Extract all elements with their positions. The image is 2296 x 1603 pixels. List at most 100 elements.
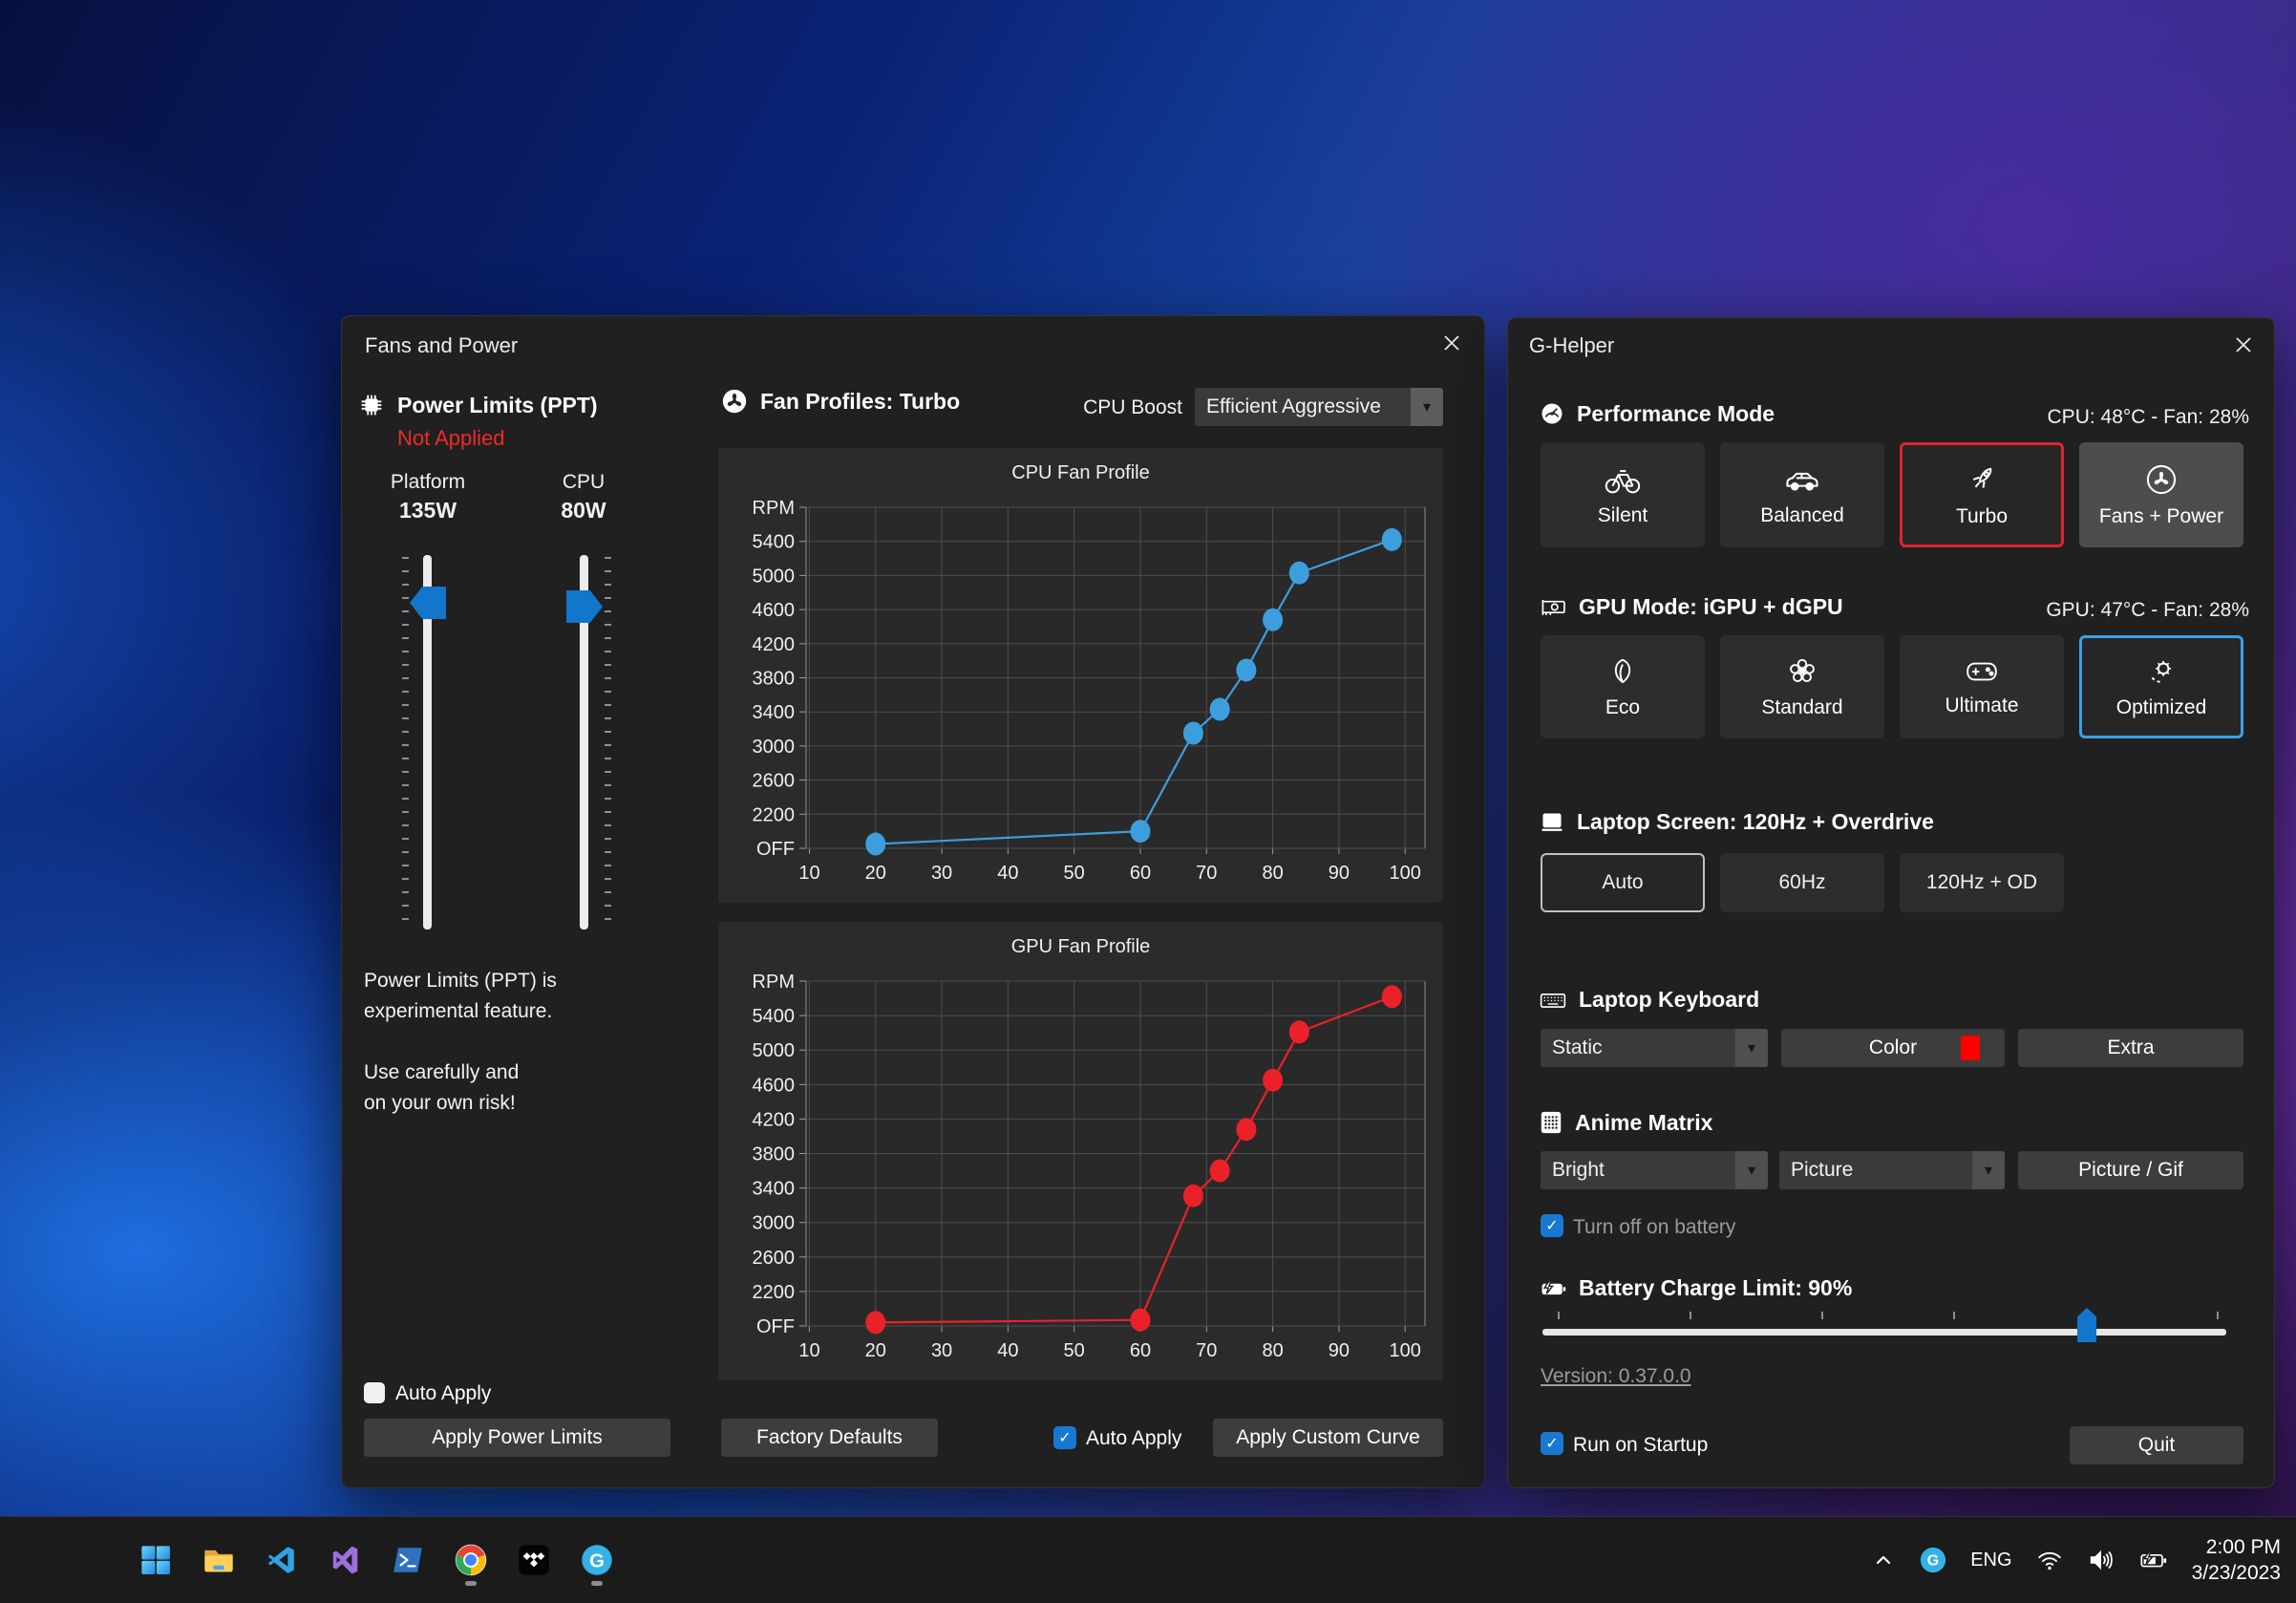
battery-bolt-icon xyxy=(1539,1276,1567,1301)
screen-auto-button[interactable]: Auto xyxy=(1541,853,1705,912)
cpu-slider-thumb[interactable] xyxy=(566,590,603,623)
fan-curve-point[interactable] xyxy=(1263,609,1283,631)
cpu-boost-dropdown[interactable]: Efficient Aggressive ▾ xyxy=(1195,388,1443,426)
svg-text:100: 100 xyxy=(1390,1340,1421,1361)
fan-curve-point[interactable] xyxy=(1236,658,1256,681)
matrix-picture-gif-button[interactable]: Picture / Gif xyxy=(2018,1151,2243,1189)
start-button[interactable] xyxy=(136,1532,176,1588)
fan-curve-point[interactable] xyxy=(1210,1160,1230,1183)
language-indicator[interactable]: ENG xyxy=(1970,1550,2011,1571)
gpu-fan-chart[interactable]: GPU Fan Profile102030405060708090100OFF2… xyxy=(718,922,1443,1380)
leaf-icon xyxy=(1606,655,1639,688)
ghelper-taskbar-icon[interactable]: G xyxy=(577,1532,617,1588)
svg-text:30: 30 xyxy=(931,1340,952,1361)
svg-text:40: 40 xyxy=(997,863,1018,884)
fan-curve-point[interactable] xyxy=(1183,1185,1203,1208)
svg-text:3800: 3800 xyxy=(753,1144,796,1165)
fan-curve-point[interactable] xyxy=(1289,1020,1309,1043)
svg-text:2600: 2600 xyxy=(753,771,796,792)
apply-power-limits-button[interactable]: Apply Power Limits xyxy=(364,1419,670,1457)
check-icon: ✓ xyxy=(1545,1216,1558,1235)
factory-defaults-button[interactable]: Factory Defaults xyxy=(721,1419,938,1457)
perf-mode-fans-power[interactable]: Fans + Power xyxy=(2079,442,2243,547)
svg-text:5400: 5400 xyxy=(753,532,796,553)
clock-date: 3/23/2023 xyxy=(2192,1560,2281,1586)
run-on-startup-checkbox[interactable]: ✓ xyxy=(1541,1432,1563,1455)
wifi-icon[interactable] xyxy=(2035,1546,2064,1574)
cpu-slider-ticks xyxy=(605,557,611,930)
chevron-down-icon[interactable]: ▾ xyxy=(1735,1029,1768,1067)
apply-custom-curve-button[interactable]: Apply Custom Curve xyxy=(1213,1419,1443,1457)
quit-button[interactable]: Quit xyxy=(2070,1426,2243,1464)
battery-slider-track[interactable] xyxy=(1542,1329,2226,1336)
screen-120hz-od-button[interactable]: 120Hz + OD xyxy=(1900,853,2064,912)
battery-limit-header: Battery Charge Limit: 90% xyxy=(1539,1275,1852,1301)
chevron-up-icon[interactable] xyxy=(1871,1548,1896,1572)
svg-text:CPU Fan Profile: CPU Fan Profile xyxy=(1011,462,1150,483)
gpu-mode-ultimate[interactable]: Ultimate xyxy=(1900,635,2064,738)
vscode-icon[interactable] xyxy=(262,1532,302,1588)
matrix-brightness-dropdown[interactable]: Bright ▾ xyxy=(1541,1151,1768,1189)
platform-slider-thumb[interactable] xyxy=(410,587,446,619)
curve-auto-apply-checkbox[interactable]: ✓ xyxy=(1053,1426,1076,1449)
svg-text:2600: 2600 xyxy=(753,1248,796,1269)
fan-curve-point[interactable] xyxy=(1289,562,1309,585)
cpu-fan-chart[interactable]: CPU Fan Profile102030405060708090100OFF2… xyxy=(718,448,1443,903)
keyboard-color-button[interactable]: Color xyxy=(1781,1029,2005,1067)
fan-curve-point[interactable] xyxy=(1183,722,1203,745)
cpu-label: CPU xyxy=(526,471,641,494)
chevron-down-icon[interactable]: ▾ xyxy=(1411,388,1443,426)
svg-text:20: 20 xyxy=(865,1340,886,1361)
svg-text:2200: 2200 xyxy=(753,804,796,825)
svg-text:3000: 3000 xyxy=(753,737,796,758)
svg-text:RPM: RPM xyxy=(753,972,795,993)
version-link[interactable]: Version: 0.37.0.0 xyxy=(1541,1365,1691,1388)
keyboard-extra-button[interactable]: Extra xyxy=(2018,1029,2243,1067)
chevron-down-icon[interactable]: ▾ xyxy=(1735,1151,1768,1189)
svg-text:4600: 4600 xyxy=(753,1075,796,1096)
tidal-icon[interactable] xyxy=(514,1532,554,1588)
ppt-auto-apply-checkbox[interactable] xyxy=(364,1382,385,1403)
matrix-battery-checkbox[interactable]: ✓ xyxy=(1541,1214,1563,1237)
chip-icon xyxy=(357,391,386,419)
visual-studio-icon[interactable] xyxy=(325,1532,365,1588)
ghelper-tray-icon[interactable]: G xyxy=(1919,1546,1947,1574)
close-icon[interactable] xyxy=(2224,328,2263,362)
perf-mode-silent[interactable]: Silent xyxy=(1541,442,1705,547)
fan-curve-point[interactable] xyxy=(1130,1309,1150,1332)
volume-icon[interactable] xyxy=(2087,1546,2115,1574)
fan-curve-point[interactable] xyxy=(1263,1069,1283,1092)
file-explorer-icon[interactable] xyxy=(199,1532,239,1588)
fan-profiles-header: Fan Profiles: Turbo xyxy=(720,387,960,416)
gpu-mode-eco[interactable]: Eco xyxy=(1541,635,1705,738)
fan-curve-point[interactable] xyxy=(1382,985,1402,1008)
fan-curve-point[interactable] xyxy=(1236,1118,1256,1141)
matrix-mode-value: Picture xyxy=(1779,1151,1972,1189)
fan-curve-point[interactable] xyxy=(865,833,885,856)
gpu-mode-standard[interactable]: Standard xyxy=(1720,635,1884,738)
perf-mode-balanced[interactable]: Balanced xyxy=(1720,442,1884,547)
svg-text:20: 20 xyxy=(865,863,886,884)
chrome-icon[interactable] xyxy=(451,1532,491,1588)
clock[interactable]: 2:00 PM 3/23/2023 xyxy=(2192,1534,2281,1586)
close-icon[interactable] xyxy=(1433,326,1471,360)
fan-curve-point[interactable] xyxy=(1210,698,1230,721)
speedometer-icon xyxy=(1539,400,1565,427)
check-icon: ✓ xyxy=(1058,1428,1071,1447)
chevron-down-icon[interactable]: ▾ xyxy=(1972,1151,2005,1189)
powershell-icon[interactable] xyxy=(388,1532,428,1588)
keyboard-mode-dropdown[interactable]: Static ▾ xyxy=(1541,1029,1768,1067)
svg-text:80: 80 xyxy=(1262,1340,1283,1361)
svg-text:4200: 4200 xyxy=(753,1109,796,1130)
perf-mode-turbo[interactable]: Turbo xyxy=(1900,442,2064,547)
fan-curve-point[interactable] xyxy=(1130,820,1150,843)
gpu-mode-optimized[interactable]: Optimized xyxy=(2079,635,2243,738)
svg-text:3000: 3000 xyxy=(753,1213,796,1234)
fan-curve-point[interactable] xyxy=(865,1311,885,1334)
screen-60hz-button[interactable]: 60Hz xyxy=(1720,853,1884,912)
keyboard-icon xyxy=(1539,988,1567,1013)
fan-curve-point[interactable] xyxy=(1382,528,1402,551)
battery-icon[interactable] xyxy=(2138,1546,2169,1574)
matrix-mode-dropdown[interactable]: Picture ▾ xyxy=(1779,1151,2005,1189)
ghelper-window: G-Helper Performance Mode CPU: 48°C - Fa… xyxy=(1507,317,2275,1488)
